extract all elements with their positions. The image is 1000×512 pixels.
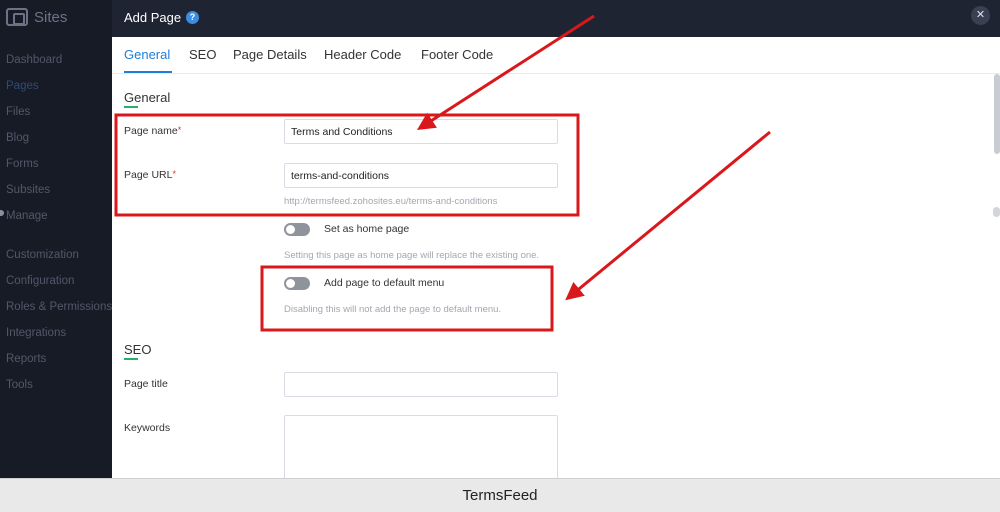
sidebar-item-pages[interactable]: Pages	[6, 80, 39, 92]
tab-seo[interactable]: SEO	[189, 47, 216, 62]
footer-brand: TermsFeed	[462, 487, 538, 504]
general-section-underline	[124, 106, 138, 108]
sidebar-item-blog[interactable]: Blog	[6, 132, 29, 144]
home-page-toggle-label: Set as home page	[324, 223, 410, 235]
active-tab-indicator	[124, 71, 172, 73]
sidebar-item-customization[interactable]: Customization	[6, 249, 79, 261]
page-url-input[interactable]: terms-and-conditions	[284, 163, 558, 188]
required-mark: *	[172, 169, 176, 179]
page-title-label: Page title	[124, 378, 168, 390]
sidebar-item-subsites[interactable]: Subsites	[6, 184, 50, 196]
tab-bar: General SEO Page Details Header Code Foo…	[112, 37, 1000, 74]
default-menu-toggle-label: Add page to default menu	[324, 277, 445, 289]
page-name-label: Page name*	[124, 125, 182, 137]
required-mark: *	[177, 125, 182, 135]
seo-section-underline	[124, 358, 138, 360]
sites-logo-icon	[6, 8, 28, 26]
seo-section-heading: SEO	[124, 342, 152, 357]
add-page-modal: Add Page ? ✕ General SEO Page Details He…	[112, 0, 1000, 478]
tab-header-code[interactable]: Header Code	[324, 47, 401, 62]
scroll-handle[interactable]	[993, 207, 1000, 217]
sidebar-item-roles-permissions[interactable]: Roles & Permissions	[6, 301, 112, 313]
tab-page-details[interactable]: Page Details	[233, 47, 307, 62]
default-menu-toggle[interactable]	[284, 277, 310, 290]
page-url-label: Page URL*	[124, 169, 176, 181]
sidebar-item-dashboard[interactable]: Dashboard	[6, 54, 62, 66]
modal-scrollbar[interactable]	[994, 74, 1000, 154]
sidebar-item-files[interactable]: Files	[6, 106, 30, 118]
modal-title: Add Page	[124, 10, 182, 25]
sidebar: Sites Dashboard Pages Files Blog Forms S…	[0, 0, 112, 478]
page-url-hint: http://termsfeed.zohosites.eu/terms-and-…	[284, 196, 498, 207]
sidebar-title: Sites	[34, 8, 68, 26]
sidebar-item-forms[interactable]: Forms	[6, 158, 39, 170]
tab-footer-code[interactable]: Footer Code	[421, 47, 493, 62]
page-name-input[interactable]: Terms and Conditions	[284, 119, 558, 144]
page-title-input[interactable]	[284, 372, 558, 397]
close-icon[interactable]: ✕	[971, 6, 990, 25]
help-icon[interactable]: ?	[186, 11, 199, 24]
home-page-hint: Setting this page as home page will repl…	[284, 250, 540, 261]
keywords-textarea[interactable]	[284, 415, 558, 478]
sites-logo: Sites	[6, 8, 67, 26]
sidebar-item-integrations[interactable]: Integrations	[6, 327, 66, 339]
manage-indicator-icon	[0, 210, 4, 216]
sidebar-item-tools[interactable]: Tools	[6, 379, 33, 391]
modal-header: Add Page ? ✕	[112, 0, 1000, 37]
default-menu-hint: Disabling this will not add the page to …	[284, 304, 502, 315]
termsfeed-footer: TermsFeed	[0, 478, 1000, 512]
keywords-label: Keywords	[124, 422, 171, 434]
sidebar-item-manage[interactable]: Manage	[6, 210, 48, 222]
sidebar-item-reports[interactable]: Reports	[6, 353, 46, 365]
general-section-heading: General	[124, 90, 171, 105]
tab-general[interactable]: General	[124, 47, 170, 62]
home-page-toggle[interactable]	[284, 223, 310, 236]
sidebar-item-configuration[interactable]: Configuration	[6, 275, 74, 287]
